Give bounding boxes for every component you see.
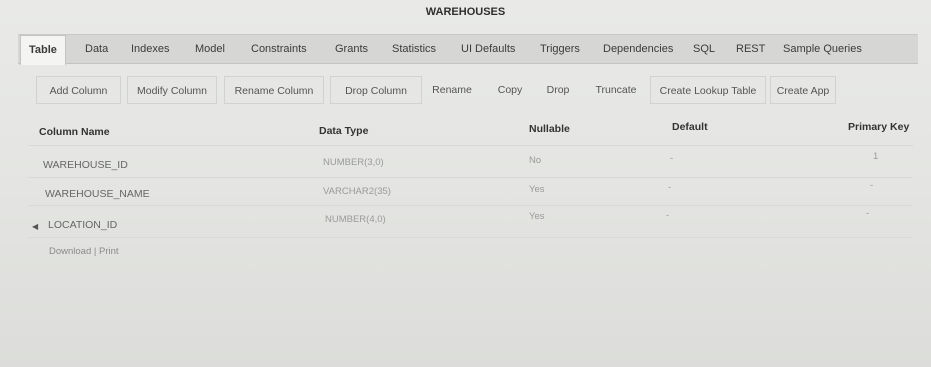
rename-column-button[interactable]: Rename Column: [224, 76, 324, 104]
modify-column-button[interactable]: Modify Column: [127, 76, 217, 104]
tab-table[interactable]: Table: [20, 35, 66, 65]
print-link[interactable]: Print: [99, 246, 119, 257]
header-nullable[interactable]: Nullable: [529, 123, 570, 135]
row-indicator-icon: ◀: [32, 222, 39, 231]
tab-rest[interactable]: REST: [736, 35, 765, 64]
cell-column-name: WAREHOUSE_ID: [43, 159, 128, 171]
drop-column-button[interactable]: Drop Column: [330, 76, 422, 104]
row-divider: [28, 237, 913, 238]
header-divider: [28, 145, 913, 146]
create-lookup-table-button[interactable]: Create Lookup Table: [650, 76, 766, 104]
cell-data-type: NUMBER(3,0): [323, 157, 384, 168]
cell-nullable: Yes: [529, 211, 545, 222]
truncate-button[interactable]: Truncate: [588, 76, 644, 104]
tab-ui-defaults[interactable]: UI Defaults: [461, 35, 515, 64]
download-link[interactable]: Download: [49, 246, 91, 257]
create-app-button[interactable]: Create App: [770, 76, 836, 104]
tab-sql[interactable]: SQL: [693, 35, 715, 64]
cell-primary-key: -: [866, 208, 870, 219]
cell-nullable: Yes: [529, 184, 545, 195]
header-column-name[interactable]: Column Name: [39, 126, 110, 138]
cell-default: -: [670, 153, 674, 164]
tab-dependencies[interactable]: Dependencies: [603, 35, 673, 64]
cell-column-name: WAREHOUSE_NAME: [45, 188, 150, 200]
copy-button[interactable]: Copy: [490, 76, 530, 104]
cell-default: -: [666, 210, 670, 221]
cell-default: -: [668, 182, 672, 193]
header-primary-key[interactable]: Primary Key: [848, 121, 909, 133]
tab-model[interactable]: Model: [195, 35, 225, 64]
columns-table: Column Name Data Type Nullable Default P…: [28, 115, 913, 265]
link-separator: |: [93, 246, 97, 257]
cell-data-type: VARCHAR2(35): [323, 186, 391, 197]
tab-grants[interactable]: Grants: [335, 35, 368, 64]
cell-nullable: No: [529, 155, 542, 166]
tab-statistics[interactable]: Statistics: [392, 35, 436, 64]
tab-data[interactable]: Data: [85, 35, 108, 64]
add-column-button[interactable]: Add Column: [36, 76, 121, 104]
cell-primary-key: 1: [873, 151, 879, 162]
rename-button[interactable]: Rename: [426, 76, 478, 104]
row-divider: [28, 205, 913, 206]
tab-triggers[interactable]: Triggers: [540, 35, 580, 64]
cell-column-name: LOCATION_ID: [48, 219, 118, 231]
report-links: Download | Print: [49, 246, 119, 257]
header-data-type[interactable]: Data Type: [319, 125, 368, 137]
header-default[interactable]: Default: [672, 121, 708, 133]
drop-button[interactable]: Drop: [538, 76, 578, 104]
row-divider: [28, 177, 913, 178]
cell-data-type: NUMBER(4,0): [325, 214, 386, 225]
cell-primary-key: -: [870, 180, 874, 191]
tab-sample-queries[interactable]: Sample Queries: [783, 35, 862, 64]
toolbar: Add Column Modify Column Rename Column D…: [30, 76, 850, 104]
tab-indexes[interactable]: Indexes: [131, 35, 170, 64]
page-title: WAREHOUSES: [425, 6, 506, 18]
tab-constraints[interactable]: Constraints: [251, 35, 307, 64]
tab-bar: Table Data Indexes Model Constraints Gra…: [18, 34, 918, 65]
